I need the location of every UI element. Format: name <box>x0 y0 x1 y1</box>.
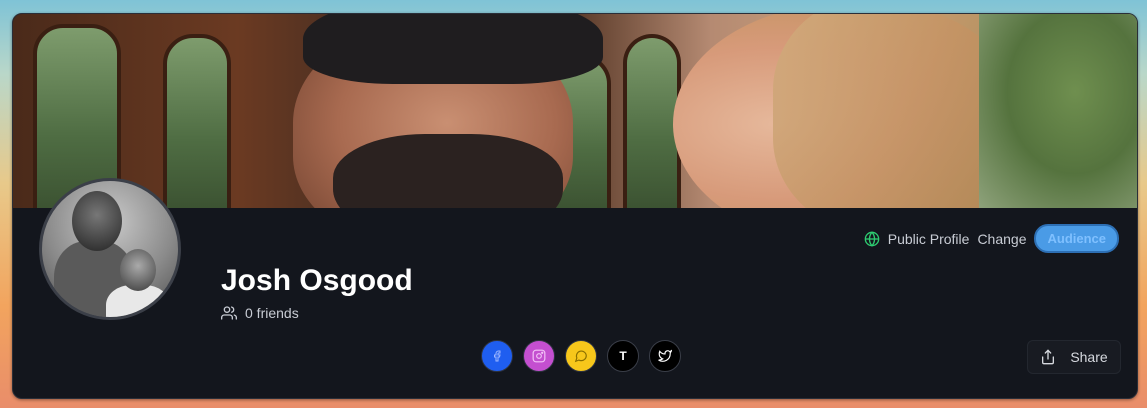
profile-card: Public Profile Change Audience Josh Osgo… <box>12 13 1138 399</box>
snapchat-button[interactable] <box>565 340 597 372</box>
twitter-icon <box>658 349 672 362</box>
share-label: Share <box>1070 349 1108 365</box>
instagram-button[interactable] <box>523 340 555 372</box>
friends-label: 0 friends <box>245 305 299 321</box>
cover-photo[interactable] <box>13 14 1137 208</box>
change-link[interactable]: Change <box>977 231 1026 247</box>
tiktok-button[interactable]: T <box>607 340 639 372</box>
snapchat-icon <box>574 350 587 363</box>
share-icon <box>1042 349 1055 365</box>
audience-row: Public Profile Change Audience <box>864 224 1119 253</box>
share-button[interactable]: Share <box>1027 340 1121 374</box>
twitter-button[interactable] <box>649 340 681 372</box>
avatar[interactable] <box>39 178 181 320</box>
social-links: T <box>481 340 681 372</box>
users-icon <box>221 306 237 320</box>
facebook-button[interactable] <box>481 340 513 372</box>
profile-name: Josh Osgood <box>221 264 413 297</box>
instagram-icon <box>532 349 546 363</box>
globe-icon <box>864 230 880 247</box>
audience-button[interactable]: Audience <box>1034 224 1119 253</box>
friends-count[interactable]: 0 friends <box>221 305 299 321</box>
tiktok-icon: T <box>619 349 627 363</box>
facebook-icon <box>494 350 501 362</box>
visibility-label: Public Profile <box>887 230 970 247</box>
